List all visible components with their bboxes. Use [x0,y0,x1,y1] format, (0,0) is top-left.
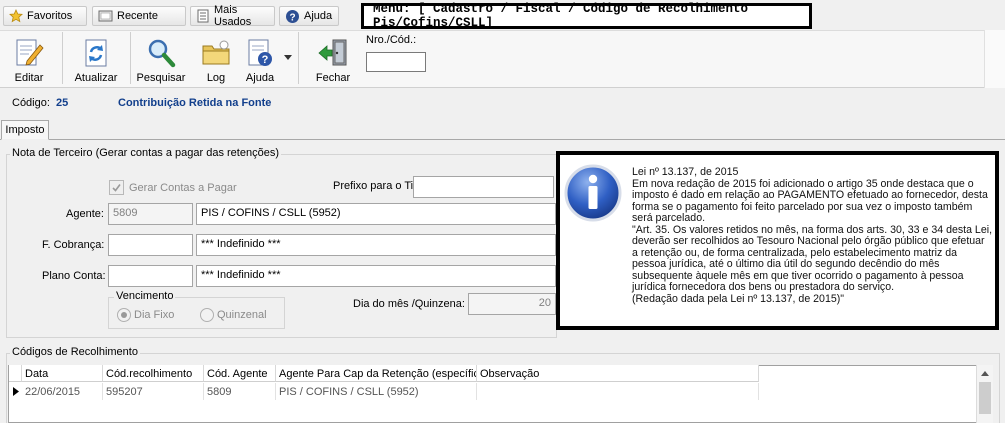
table-row-cell[interactable] [477,383,759,400]
tab-imposto[interactable]: Imposto [1,120,49,140]
document-list-icon [197,9,209,23]
search-label: Pesquisar [136,72,186,84]
code-description: Contribuição Retida na Fonte [118,97,272,109]
day-input[interactable]: 20 [468,293,556,315]
table-row-cell[interactable]: 22/06/2015 [22,383,103,400]
info-icon [564,164,622,222]
info-text: Lei nº 13.137, de 2015 Em nova redação d… [632,166,993,305]
help-button[interactable]: ? Ajuda [241,32,279,84]
favorites-label: Favoritos [27,10,73,22]
most-used-button[interactable]: Mais Usados [190,4,275,28]
codes-legend: Códigos de Recolhimento [10,346,140,358]
toolbar-separator [62,32,63,84]
agent-label: Agente: [66,208,104,220]
table-row-cell[interactable]: 595207 [103,383,204,400]
exit-door-icon [318,39,347,66]
close-label: Fechar [315,72,351,84]
edit-label: Editar [14,72,44,84]
most-used-label: Mais Usados [214,4,252,28]
search-icon [148,39,176,68]
collection-name-field: *** Indefinido *** [196,234,556,256]
help-nav-button[interactable]: ? Ajuda [279,6,339,26]
log-button[interactable]: Log [198,32,234,84]
agent-name-field: PIS / COFINS / CSLL (5952) [196,203,556,225]
help-dropdown-arrow-icon[interactable] [283,52,293,62]
toolbar-separator [130,32,131,84]
day-label: Dia do mês /Quinzena: [353,298,465,310]
generate-payables-label: Gerar Contas a Pagar [129,181,237,194]
help-label: Ajuda [245,72,275,84]
column-header-cod-agente[interactable]: Cód. Agente [204,365,276,382]
title-prefix-input[interactable] [413,176,554,198]
code-label: Código: [12,97,50,109]
favorites-button[interactable]: Favoritos [3,6,87,26]
code-value: 25 [56,97,69,109]
edit-icon [16,39,44,66]
refresh-button[interactable]: Atualizar [72,32,120,84]
third-party-legend: Nota de Terceiro (Gerar contas a pagar d… [10,147,281,159]
account-plan-label: Plano Conta: [42,270,106,282]
radio-selected-icon [117,308,131,322]
edit-button[interactable]: Editar [6,32,52,84]
column-header-cod-recolhimento[interactable]: Cód.recolhimento [103,365,204,382]
due-date-legend: Vencimento [114,290,176,302]
star-icon [9,9,23,23]
grid-vertical-scrollbar[interactable] [976,365,993,423]
grid-corner [9,365,22,382]
recent-button[interactable]: Recente [92,6,186,26]
help-nav-label: Ajuda [304,10,333,22]
collection-label: F. Cobrança: [42,239,105,251]
column-header-data[interactable]: Data [22,365,103,382]
due-fixed-label: Dia Fixo [134,309,175,321]
svg-text:?: ? [262,54,269,66]
search-button[interactable]: Pesquisar [136,32,186,84]
refresh-icon [85,39,107,67]
log-label: Log [206,72,226,84]
due-biweekly-radio[interactable]: Quinzenal [200,308,267,322]
table-row-cell[interactable]: PIS / COFINS / CSLL (5952) [276,383,477,400]
nro-cod-label: Nro./Cód.: [366,34,417,46]
toolbar-scroll-area [984,30,1005,88]
column-header-agente-retencao[interactable]: Agente Para Cap da Retenção (específico [276,365,477,382]
collection-code-input[interactable] [108,234,193,256]
tab-strip [0,139,1005,140]
row-pointer-icon [13,387,19,396]
recent-label: Recente [117,10,158,22]
folder-icon [202,40,230,65]
nro-cod-input[interactable] [366,52,426,72]
account-plan-code-input[interactable] [108,265,193,287]
due-biweekly-label: Quinzenal [217,309,267,321]
checkbox-box [109,180,124,195]
agent-code-input[interactable]: 5809 [108,203,193,225]
refresh-label: Atualizar [74,72,118,84]
due-fixed-radio[interactable]: Dia Fixo [117,308,174,322]
svg-text:?: ? [289,12,295,23]
scroll-up-icon[interactable] [977,367,993,381]
checkmark-icon [112,184,121,192]
close-button[interactable]: Fechar [310,32,356,84]
generate-payables-checkbox[interactable]: Gerar Contas a Pagar [109,180,237,195]
toolbar-separator [298,32,299,84]
menu-path-breadcrumb: Menu: [ Cadastro / Fiscal / Código de Re… [361,2,812,30]
recent-icon [98,10,113,22]
table-row-indicator [9,383,22,400]
account-plan-name-field: *** Indefinido *** [196,265,556,287]
help-icon: ? [286,9,299,23]
table-row-cell[interactable]: 5809 [204,383,276,400]
column-header-observacao[interactable]: Observação [477,365,759,382]
scroll-thumb[interactable] [979,382,991,414]
radio-empty-icon [200,308,214,322]
help-document-icon: ? [248,39,272,66]
